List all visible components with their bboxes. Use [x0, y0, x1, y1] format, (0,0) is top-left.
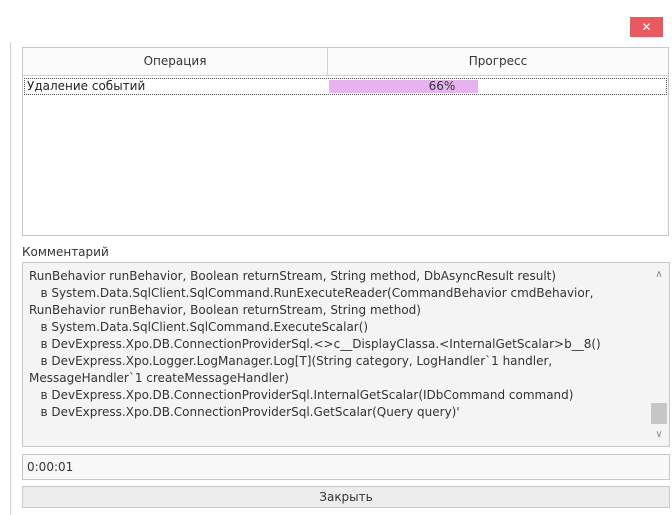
progress-percent: 66%	[428, 79, 456, 93]
scroll-thumb[interactable]	[651, 403, 667, 424]
operation-cell: Удаление событий	[27, 79, 146, 93]
scroll-down-icon[interactable]: ∨	[649, 427, 669, 443]
column-header-operation[interactable]: Операция	[23, 48, 328, 75]
title-bar: ✕	[0, 0, 672, 42]
close-icon: ✕	[641, 20, 652, 34]
vertical-scrollbar[interactable]: ∧ ∨	[649, 263, 669, 446]
window-close-button[interactable]: ✕	[630, 17, 663, 37]
grid-header: Операция Прогресс	[23, 48, 668, 76]
comment-label: Комментарий	[22, 245, 109, 259]
window-left-border	[10, 42, 11, 515]
progress-bar: 66%	[329, 80, 555, 93]
comment-text: RunBehavior runBehavior, Boolean returnS…	[29, 269, 601, 419]
progress-dialog: ✕ Операция Прогресс Удаление событий 66%…	[0, 0, 672, 515]
elapsed-time-field: 0:00:01	[22, 454, 670, 480]
scroll-up-icon[interactable]: ∧	[649, 267, 669, 283]
comment-textarea[interactable]: RunBehavior runBehavior, Boolean returnS…	[22, 262, 670, 447]
table-row[interactable]: Удаление событий 66%	[24, 78, 667, 95]
column-header-progress[interactable]: Прогресс	[328, 48, 668, 75]
close-button[interactable]: Закрыть	[22, 486, 670, 508]
operations-grid: Операция Прогресс Удаление событий 66%	[22, 47, 669, 236]
